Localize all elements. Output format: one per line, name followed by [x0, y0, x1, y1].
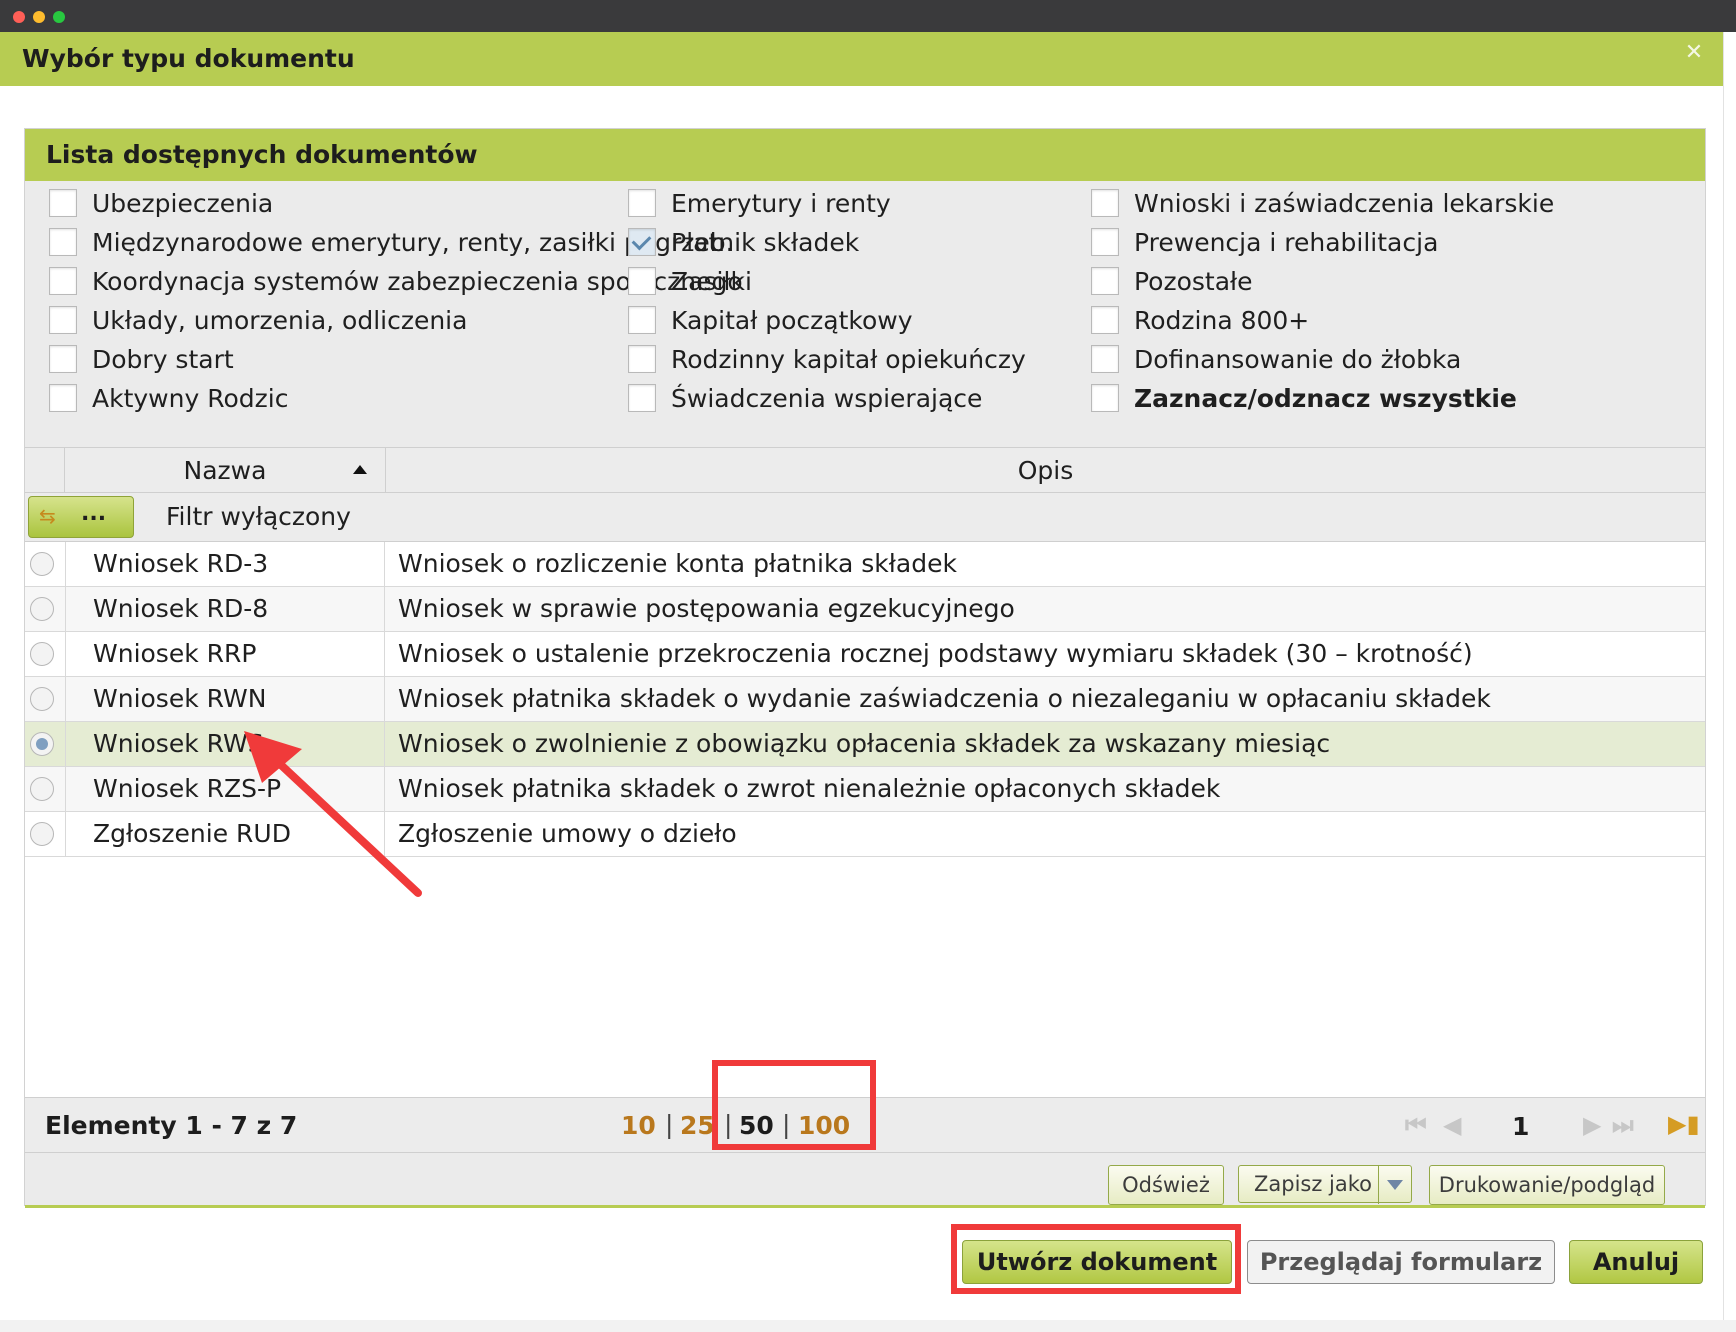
panel-title: Lista dostępnych dokumentów — [46, 140, 478, 169]
checkbox[interactable] — [1091, 306, 1119, 334]
sort-ascending-icon — [353, 465, 367, 474]
row-radio[interactable] — [30, 687, 54, 711]
page-jump-icon[interactable]: ▶▮ — [1668, 1110, 1700, 1138]
category-dobry-start[interactable]: Dobry start — [49, 341, 234, 377]
checkbox[interactable] — [1091, 267, 1119, 295]
dialog-header: Wybór typu dokumentu ✕ — [0, 32, 1724, 86]
split-divider — [1378, 1166, 1379, 1204]
close-icon[interactable]: ✕ — [1680, 39, 1708, 67]
table-row[interactable]: Wniosek RD-3 Wniosek o rozliczenie konta… — [25, 542, 1705, 587]
row-radio[interactable] — [30, 597, 54, 621]
grid-toolbar: Odśwież Zapisz jako Drukowanie/podgląd — [25, 1153, 1705, 1208]
select-all-categories[interactable]: Zaznacz/odznacz wszystkie — [1091, 380, 1517, 416]
checkbox[interactable] — [1091, 384, 1119, 412]
checkbox[interactable] — [628, 267, 656, 295]
previous-page-icon[interactable]: ◀ — [1443, 1111, 1461, 1139]
checkbox[interactable] — [1091, 189, 1119, 217]
checkbox[interactable] — [49, 189, 77, 217]
category-zasilki[interactable]: Zasiłki — [628, 263, 752, 299]
print-preview-button[interactable]: Drukowanie/podgląd — [1429, 1165, 1665, 1205]
row-radio[interactable] — [30, 552, 54, 576]
checkbox[interactable] — [49, 267, 77, 295]
pager-info: Elementy 1 - 7 z 7 — [45, 1111, 298, 1140]
checkbox[interactable] — [1091, 228, 1119, 256]
page-size-10[interactable]: 10 — [621, 1111, 656, 1140]
documents-panel: Lista dostępnych dokumentów Ubezpieczeni… — [24, 128, 1706, 1208]
page-size-25[interactable]: 25 — [680, 1111, 715, 1140]
category-kapital-poczatkowy[interactable]: Kapitał początkowy — [628, 302, 913, 338]
checkbox[interactable] — [49, 345, 77, 373]
bottom-background — [0, 1320, 1736, 1332]
annotation-arrow-icon — [244, 731, 422, 897]
row-radio[interactable] — [30, 642, 54, 666]
category-prewencja[interactable]: Prewencja i rehabilitacja — [1091, 224, 1438, 260]
annotation-highlight-page-size — [712, 1060, 876, 1150]
category-platnik-skladek[interactable]: Płatnik składek — [628, 224, 859, 260]
category-pozostale[interactable]: Pozostałe — [1091, 263, 1253, 299]
first-page-icon[interactable]: ⏮ — [1405, 1111, 1427, 1139]
table-row[interactable]: Wniosek RWN Wniosek płatnika składek o w… — [25, 677, 1705, 722]
selection-column-header — [25, 448, 65, 493]
dialog-title: Wybór typu dokumentu — [22, 44, 355, 73]
filter-status: Filtr wyłączony — [166, 502, 351, 531]
category-rodzinny-kapital[interactable]: Rodzinny kapitał opiekuńczy — [628, 341, 1026, 377]
category-swiadczenia-wspierajace[interactable]: Świadczenia wspierające — [628, 380, 982, 416]
column-header-description[interactable]: Opis — [386, 448, 1705, 493]
next-page-icon[interactable]: ▶ — [1583, 1111, 1601, 1139]
checkbox[interactable] — [1091, 345, 1119, 373]
table-row[interactable]: Wniosek RD-8 Wniosek w sprawie postępowa… — [25, 587, 1705, 632]
category-ubezpieczenia[interactable]: Ubezpieczenia — [49, 185, 273, 221]
maximize-window-icon[interactable] — [53, 11, 65, 23]
close-window-icon[interactable] — [13, 11, 25, 23]
page-size-separator: | — [665, 1110, 674, 1139]
category-rodzina-800[interactable]: Rodzina 800+ — [1091, 302, 1309, 338]
annotation-highlight-create — [951, 1224, 1241, 1294]
checkbox-checked[interactable] — [628, 228, 656, 256]
category-emerytury-i-renty[interactable]: Emerytury i renty — [628, 185, 891, 221]
minimize-window-icon[interactable] — [33, 11, 45, 23]
background-edge — [1723, 32, 1736, 1332]
save-as-button[interactable]: Zapisz jako — [1238, 1165, 1412, 1204]
last-page-icon[interactable]: ⏭ — [1612, 1111, 1634, 1139]
checkbox[interactable] — [49, 306, 77, 334]
checkbox[interactable] — [49, 384, 77, 412]
column-header-name[interactable]: Nazwa — [65, 448, 386, 493]
category-dofinansowanie-zlobka[interactable]: Dofinansowanie do żłobka — [1091, 341, 1461, 377]
cancel-button[interactable]: Anuluj — [1569, 1240, 1703, 1284]
browse-form-button[interactable]: Przeglądaj formularz — [1247, 1240, 1555, 1284]
window-titlebar — [0, 0, 1736, 32]
filter-button[interactable]: ⇆ ... — [28, 496, 134, 538]
row-radio-selected[interactable] — [30, 732, 54, 756]
chevron-down-icon[interactable] — [1387, 1180, 1403, 1190]
checkbox[interactable] — [49, 228, 77, 256]
filter-arrows-icon: ⇆ — [39, 504, 56, 528]
checkbox[interactable] — [628, 306, 656, 334]
row-radio[interactable] — [30, 822, 54, 846]
checkbox[interactable] — [628, 345, 656, 373]
category-uklady[interactable]: Układy, umorzenia, odliczenia — [49, 302, 467, 338]
checkbox[interactable] — [628, 189, 656, 217]
filter-row: ⇆ ... Filtr wyłączony — [25, 493, 1705, 542]
table-row[interactable]: Wniosek RRP Wniosek o ustalenie przekroc… — [25, 632, 1705, 677]
category-aktywny-rodzic[interactable]: Aktywny Rodzic — [49, 380, 288, 416]
checkbox[interactable] — [628, 384, 656, 412]
category-wnioski-lekarskie[interactable]: Wnioski i zaświadczenia lekarskie — [1091, 185, 1554, 221]
panel-header: Lista dostępnych dokumentów — [25, 129, 1705, 181]
row-radio[interactable] — [30, 777, 54, 801]
current-page: 1 — [1512, 1112, 1530, 1141]
refresh-button[interactable]: Odśwież — [1108, 1165, 1224, 1205]
